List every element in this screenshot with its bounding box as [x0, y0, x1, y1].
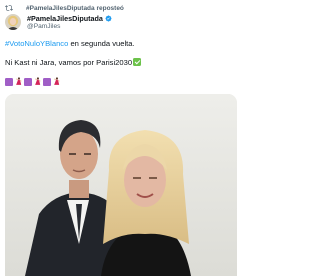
check-mark-icon — [133, 58, 142, 66]
purple-square-icon — [43, 77, 51, 86]
emoji-row — [5, 77, 61, 86]
woman-figure — [101, 130, 191, 276]
purple-square-icon — [24, 77, 32, 86]
tweet-photo[interactable] — [5, 94, 237, 276]
verified-badge-icon — [105, 15, 112, 22]
dancer-icon — [52, 77, 61, 86]
hashtag-link[interactable]: #VotoNuloYBlanco — [5, 39, 68, 48]
author-handle[interactable]: @PamJiles — [27, 23, 60, 30]
author-name-row: #PamelaJilesDiputada — [27, 14, 112, 23]
dancer-icon — [14, 77, 23, 86]
author-name[interactable]: #PamelaJilesDiputada — [27, 14, 103, 23]
repost-icon — [5, 4, 13, 14]
tweet-line1-rest: en segunda vuelta. — [68, 39, 135, 48]
tweet-text: #VotoNuloYBlanco en segunda vuelta. Ni K… — [5, 39, 237, 68]
author-avatar[interactable] — [5, 14, 21, 30]
dancer-icon — [33, 77, 42, 86]
tweet-line2: Ni Kast ni Jara, vamos por Parisi2030 — [5, 58, 133, 67]
repost-label[interactable]: #PamelaJilesDiputada reposteó — [26, 5, 124, 12]
purple-square-icon — [5, 77, 13, 86]
repost-header: #PamelaJilesDiputada reposteó — [5, 3, 124, 14]
